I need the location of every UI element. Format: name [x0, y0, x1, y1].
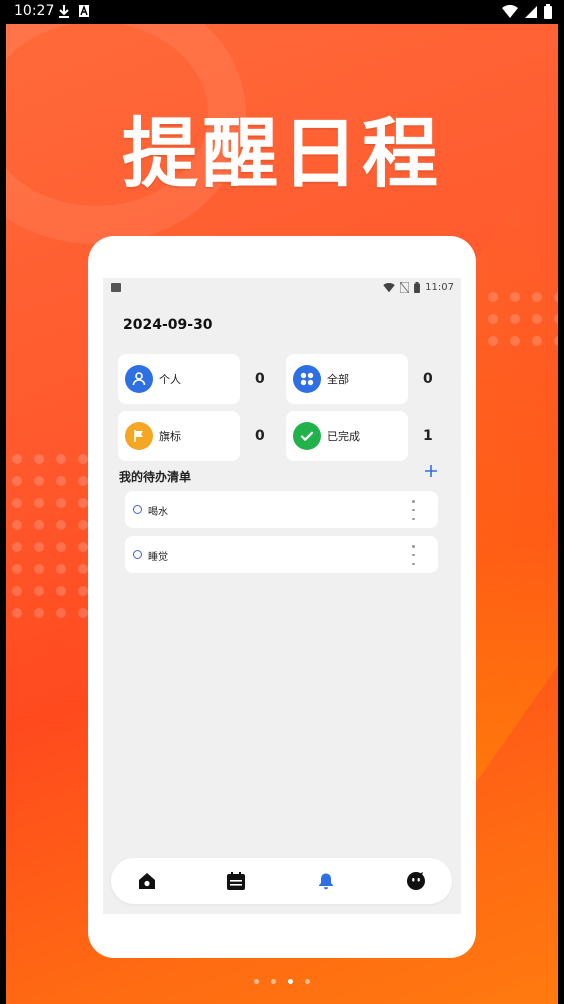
card-count-flagged: 0 — [255, 428, 265, 444]
card-label: 个人 — [159, 373, 181, 386]
person-icon — [125, 365, 153, 393]
tab-reminders[interactable] — [315, 870, 337, 892]
radio-circle-icon[interactable] — [133, 505, 142, 514]
todo-text: 睡觉 — [148, 552, 168, 563]
phone-mockup: 11:07 2024-09-30 个人 0 全部 0 旗标 0 已完成 1 我的… — [88, 236, 476, 958]
flag-icon — [125, 422, 153, 450]
bell-icon — [319, 873, 333, 890]
wifi-icon — [383, 282, 395, 292]
add-icon[interactable] — [423, 463, 439, 479]
decor-dots-right — [488, 292, 558, 346]
bottom-tab-bar — [111, 858, 452, 904]
card-count-completed: 1 — [423, 428, 433, 444]
home-icon — [139, 873, 155, 889]
current-date: 2024-09-30 — [123, 317, 213, 333]
profile-icon — [407, 872, 425, 890]
todo-item[interactable]: 喝水 — [125, 491, 438, 528]
card-flagged[interactable]: 旗标 — [118, 411, 240, 461]
more-vertical-icon[interactable] — [412, 500, 416, 520]
download-icon — [59, 5, 69, 18]
wifi-icon — [502, 4, 518, 18]
card-count-personal: 0 — [255, 371, 265, 387]
todo-item[interactable]: 睡觉 — [125, 536, 438, 573]
card-completed[interactable]: 已完成 — [286, 411, 408, 461]
more-vertical-icon[interactable] — [412, 545, 416, 565]
signal-icon — [525, 5, 537, 18]
todo-text: 喝水 — [148, 507, 168, 518]
calendar-icon — [227, 872, 245, 890]
page-dot-active[interactable] — [288, 979, 293, 984]
image-icon — [111, 283, 121, 292]
card-all[interactable]: 全部 — [286, 354, 408, 404]
radio-circle-icon[interactable] — [133, 550, 142, 559]
card-label: 已完成 — [327, 430, 360, 443]
card-personal[interactable]: 个人 — [118, 354, 240, 404]
tab-profile[interactable] — [405, 870, 427, 892]
app-screen: 11:07 2024-09-30 个人 0 全部 0 旗标 0 已完成 1 我的… — [103, 278, 461, 914]
battery-icon — [544, 4, 552, 19]
no-sim-icon — [400, 282, 410, 293]
battery-icon — [414, 282, 421, 293]
page-dot[interactable] — [305, 979, 310, 984]
page-indicator — [6, 979, 558, 984]
card-count-all: 0 — [423, 371, 433, 387]
inner-status-time: 11:07 — [425, 282, 454, 293]
status-time: 10:27 — [14, 3, 55, 19]
poster-headline: 提醒日程 — [122, 109, 442, 198]
promo-poster: 提醒日程 11:07 2024-09-30 个人 0 全部 0 旗标 0 已完成… — [6, 24, 558, 1004]
tab-calendar[interactable] — [225, 870, 247, 892]
card-label: 旗标 — [159, 430, 181, 443]
grid-icon — [293, 365, 321, 393]
inner-status-bar: 11:07 — [103, 278, 461, 298]
page-dot[interactable] — [254, 979, 259, 984]
list-title: 我的待办清单 — [119, 470, 192, 484]
card-label: 全部 — [327, 373, 349, 386]
status-bar: 10:27 — [0, 0, 564, 24]
check-icon — [293, 422, 321, 450]
a-badge-icon — [79, 5, 89, 17]
tab-home[interactable] — [136, 870, 158, 892]
page-dot[interactable] — [271, 979, 276, 984]
